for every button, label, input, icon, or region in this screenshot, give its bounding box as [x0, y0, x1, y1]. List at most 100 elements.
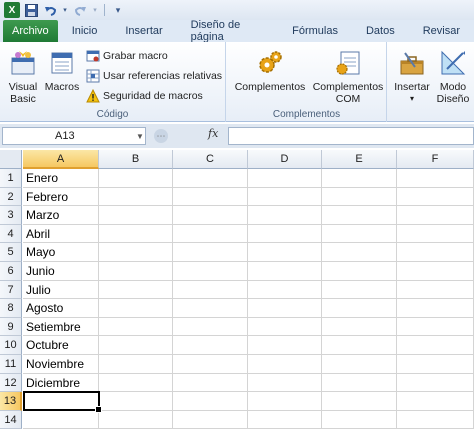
column-header-c[interactable]: C — [173, 150, 248, 169]
cell-b6[interactable] — [99, 262, 173, 281]
cell-e5[interactable] — [322, 243, 397, 262]
cell-d2[interactable] — [248, 187, 322, 207]
cell-f10[interactable] — [397, 336, 474, 355]
cell-f13[interactable] — [397, 392, 474, 411]
cell-b11[interactable] — [99, 355, 173, 374]
cell-e7[interactable] — [322, 280, 397, 300]
cell-e6[interactable] — [322, 262, 397, 281]
row-header-8[interactable]: 8 — [0, 299, 22, 318]
cell-b10[interactable] — [99, 336, 173, 355]
column-header-f[interactable]: F — [397, 150, 474, 169]
save-icon[interactable] — [23, 2, 39, 18]
modo-diseno-button[interactable]: Modo Diseño — [434, 48, 472, 105]
cell-c1[interactable] — [173, 169, 248, 188]
row-header-2[interactable]: 2 — [0, 187, 22, 207]
formula-bar-resize-handle[interactable]: ⋯ — [154, 129, 168, 143]
cell-d14[interactable] — [248, 410, 322, 430]
cell-a9[interactable]: Setiembre — [23, 317, 99, 337]
cell-a5[interactable]: Mayo — [23, 243, 99, 262]
cell-c3[interactable] — [173, 206, 248, 225]
cell-e9[interactable] — [322, 317, 397, 337]
cell-d7[interactable] — [248, 280, 322, 300]
cell-d6[interactable] — [248, 262, 322, 281]
tab-archivo[interactable]: Archivo — [3, 20, 58, 42]
cell-c11[interactable] — [173, 355, 248, 374]
visual-basic-button[interactable]: Visual Basic — [6, 48, 40, 105]
cell-c7[interactable] — [173, 280, 248, 300]
cell-c9[interactable] — [173, 317, 248, 337]
cell-d11[interactable] — [248, 355, 322, 374]
row-header-9[interactable]: 9 — [0, 317, 22, 337]
cell-a14[interactable] — [23, 410, 99, 430]
seguridad-macros-button[interactable]: Seguridad de macros — [86, 87, 203, 105]
cell-a10[interactable]: Octubre — [23, 336, 99, 355]
cell-b12[interactable] — [99, 373, 173, 393]
cell-f1[interactable] — [397, 169, 474, 188]
cell-e8[interactable] — [322, 299, 397, 318]
tab-insertar[interactable]: Insertar — [111, 20, 176, 42]
cell-b9[interactable] — [99, 317, 173, 337]
cell-a11[interactable]: Noviembre — [23, 355, 99, 374]
cell-e11[interactable] — [322, 355, 397, 374]
column-header-e[interactable]: E — [322, 150, 397, 169]
cell-f12[interactable] — [397, 373, 474, 393]
cell-a3[interactable]: Marzo — [23, 206, 99, 225]
cell-d4[interactable] — [248, 224, 322, 244]
cell-d13[interactable] — [248, 392, 322, 411]
cell-c10[interactable] — [173, 336, 248, 355]
cell-e2[interactable] — [322, 187, 397, 207]
cell-c8[interactable] — [173, 299, 248, 318]
cell-d1[interactable] — [248, 169, 322, 188]
column-header-a[interactable]: A — [23, 150, 99, 169]
chevron-down-icon[interactable]: ▾ — [61, 2, 69, 18]
cell-d9[interactable] — [248, 317, 322, 337]
insertar-control-button[interactable]: Insertar ▾ — [392, 48, 432, 105]
row-header-7[interactable]: 7 — [0, 280, 22, 300]
cell-c14[interactable] — [173, 410, 248, 430]
cell-a7[interactable]: Julio — [23, 280, 99, 300]
usar-referencias-button[interactable]: Usar referencias relativas — [86, 67, 222, 85]
chevron-down-icon[interactable]: ▼ — [134, 127, 146, 145]
cell-c13[interactable] — [173, 392, 248, 411]
row-header-13[interactable]: 13 — [0, 392, 22, 411]
redo-icon[interactable] — [72, 2, 88, 18]
cell-e12[interactable] — [322, 373, 397, 393]
row-header-11[interactable]: 11 — [0, 355, 22, 374]
grabar-macro-button[interactable]: Grabar macro — [86, 47, 168, 65]
cell-f5[interactable] — [397, 243, 474, 262]
row-header-1[interactable]: 1 — [0, 169, 22, 188]
name-box[interactable]: A13 — [2, 127, 146, 145]
select-all-button[interactable] — [0, 150, 22, 169]
excel-icon[interactable]: X — [4, 2, 20, 18]
cell-f4[interactable] — [397, 224, 474, 244]
cell-c6[interactable] — [173, 262, 248, 281]
cell-d3[interactable] — [248, 206, 322, 225]
cell-c4[interactable] — [173, 224, 248, 244]
cell-b3[interactable] — [99, 206, 173, 225]
complementos-button[interactable]: Complementos — [233, 48, 307, 93]
cell-f9[interactable] — [397, 317, 474, 337]
cell-a2[interactable]: Febrero — [23, 187, 99, 207]
cell-b8[interactable] — [99, 299, 173, 318]
cell-e10[interactable] — [322, 336, 397, 355]
row-header-4[interactable]: 4 — [0, 224, 22, 244]
cell-a4[interactable]: Abril — [23, 224, 99, 244]
undo-icon[interactable] — [42, 2, 58, 18]
customize-icon[interactable]: ▾ — [110, 2, 126, 18]
cell-b7[interactable] — [99, 280, 173, 300]
cell-a1[interactable]: Enero — [23, 169, 99, 188]
cell-f6[interactable] — [397, 262, 474, 281]
cell-a6[interactable]: Junio — [23, 262, 99, 281]
cell-c5[interactable] — [173, 243, 248, 262]
tab-formulas[interactable]: Fórmulas — [278, 20, 352, 42]
cell-e4[interactable] — [322, 224, 397, 244]
insert-function-icon[interactable]: fx — [208, 127, 218, 140]
cell-e1[interactable] — [322, 169, 397, 188]
cell-f8[interactable] — [397, 299, 474, 318]
macros-button[interactable]: Macros — [44, 48, 80, 93]
formula-input[interactable] — [228, 127, 474, 145]
cell-e13[interactable] — [322, 392, 397, 411]
tab-diseno-pagina[interactable]: Diseño de página — [177, 19, 278, 43]
cell-b2[interactable] — [99, 187, 173, 207]
cell-f11[interactable] — [397, 355, 474, 374]
